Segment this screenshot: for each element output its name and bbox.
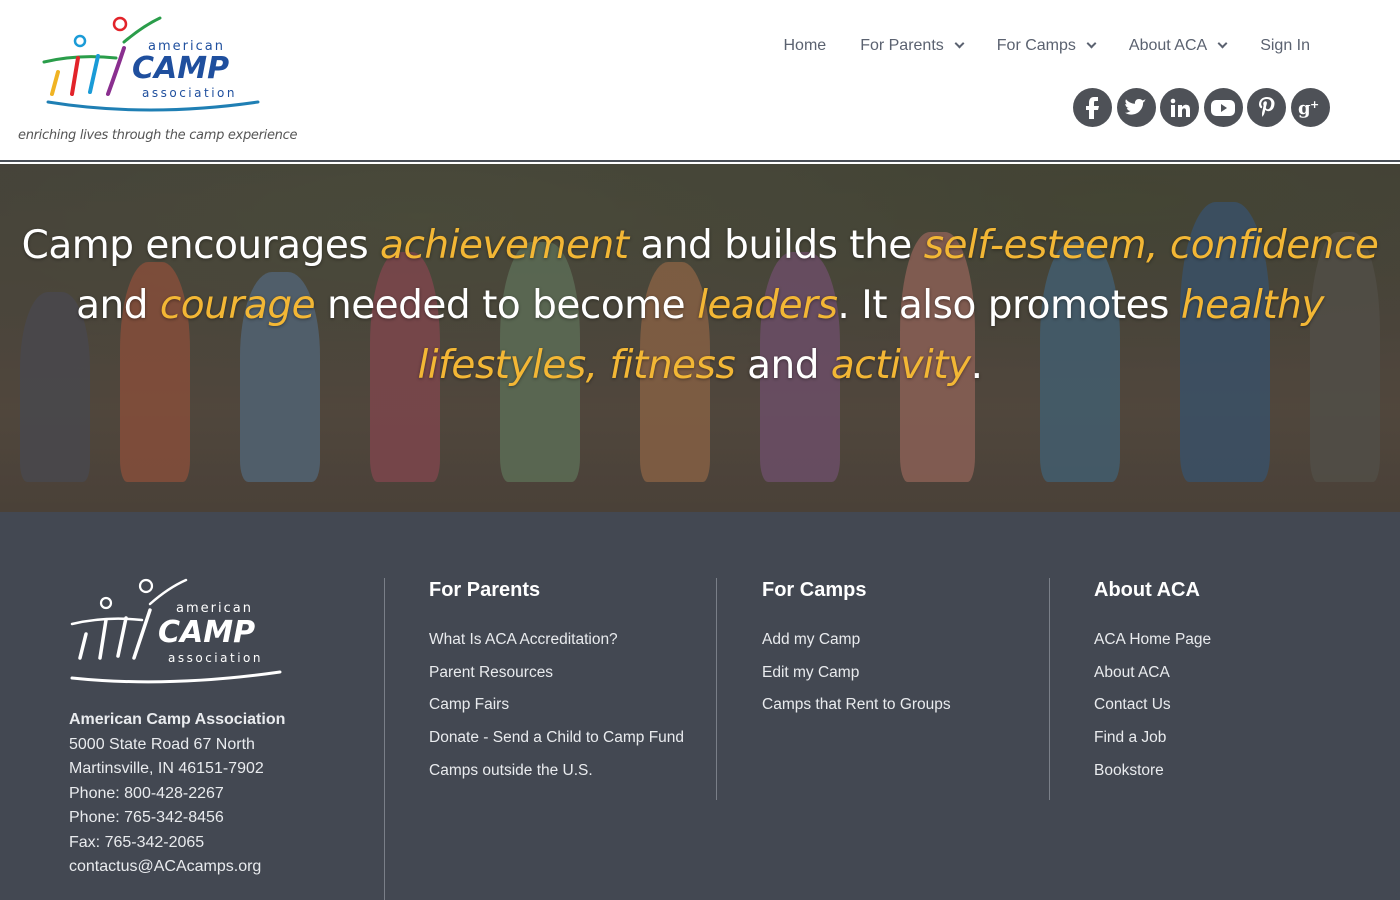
footer-divider [1049,578,1050,800]
org-contact-block: American Camp Association 5000 State Roa… [69,708,285,880]
chevron-down-icon [1217,38,1228,49]
nav-for-parents-label: For Parents [860,37,944,54]
footer-link[interactable]: Bookstore [1094,755,1211,788]
hero-highlight-word: leaders [697,283,838,328]
hero-text-segment: and [76,283,160,328]
footer-link[interactable]: ACA Home Page [1094,624,1211,657]
main-nav: Home For Parents For Camps About ACA Sig… [784,34,1311,58]
hero-text-segment: . [970,343,983,388]
hero-text-segment: . It also promotes [837,283,1181,328]
footer-link[interactable]: About ACA [1094,657,1211,690]
nav-sign-in-label: Sign In [1260,37,1310,54]
svg-text:+: + [1310,98,1319,111]
nav-about-aca-label: About ACA [1128,37,1208,54]
nav-sign-in[interactable]: Sign In [1260,37,1310,55]
twitter-icon[interactable] [1116,88,1156,127]
org-address-line1: 5000 State Road 67 North [69,735,255,753]
org-name: American Camp Association [69,711,286,728]
hero-text-segment: and [735,343,831,388]
org-phone-2[interactable]: Phone: 765-342-8456 [69,806,285,831]
footer-logo-word-camp: CAMP [158,615,255,650]
hero-text-segment: Camp encourages [21,223,381,268]
footer-col-title: For Parents [429,579,541,601]
org-address-line2: Martinsville, IN 46151-7902 [69,760,264,777]
hero-highlight-word: achievement [380,223,629,268]
nav-for-camps-label: For Camps [996,37,1076,54]
hero-tagline: Camp encourages achievement and builds t… [0,216,1400,396]
hero-text-segment: needed to become [315,283,698,328]
aca-logo-mark: american CAMP association [42,16,260,112]
hero-highlight-word: self-esteem, confidence [923,223,1379,268]
footer-col-for-camps: For Camps Add my Camp Edit my Camp Camps… [762,578,951,722]
footer-link[interactable]: Camps that Rent to Groups [762,689,951,722]
nav-for-parents[interactable]: For Parents [860,37,965,55]
footer-link[interactable]: Camps outside the U.S. [429,755,684,788]
footer-link[interactable]: Donate - Send a Child to Camp Fund [429,722,684,755]
footer-logo-word-american: american [176,601,253,616]
logo-word-association: association [142,86,237,100]
footer-divider [716,578,717,800]
footer-link[interactable]: Find a Job [1094,722,1211,755]
hero-highlight-word: activity [830,343,971,388]
footer-link[interactable]: Contact Us [1094,689,1211,722]
org-email[interactable]: contactus@ACAcamps.org [69,855,285,880]
social-links: g + [1073,88,1334,127]
youtube-icon[interactable] [1203,88,1243,127]
footer-col-title: For Camps [762,579,867,601]
pinterest-icon[interactable] [1247,88,1286,127]
footer-col-title: About ACA [1094,579,1200,601]
hero-text-segment: and builds the [628,223,924,268]
chevron-down-icon [954,38,965,49]
aca-logo[interactable]: american CAMP association enriching live… [18,14,297,149]
hero-highlight-word: courage [159,283,316,328]
facebook-icon[interactable] [1073,88,1112,127]
footer-link[interactable]: Camp Fairs [429,689,684,722]
org-fax: Fax: 765-342-2065 [69,833,205,851]
nav-home-label: Home [783,37,827,54]
footer-col-about-aca: About ACA ACA Home Page About ACA Contac… [1094,578,1211,788]
footer-logo-mark: american CAMP association [70,578,282,684]
footer-logo[interactable]: american CAMP association [68,576,288,691]
footer-divider [384,578,385,900]
nav-about-aca[interactable]: About ACA [1128,37,1228,55]
footer-link[interactable]: What Is ACA Accreditation? [429,624,684,657]
footer-link[interactable]: Parent Resources [429,657,684,690]
nav-home[interactable]: Home [784,37,827,55]
google-plus-icon[interactable]: g + [1290,88,1330,127]
footer-link[interactable]: Add my Camp [762,624,951,657]
footer-link[interactable]: Edit my Camp [762,657,951,690]
linkedin-icon[interactable] [1160,88,1199,127]
logo-word-camp: CAMP [132,51,229,86]
hero-banner: Camp encourages achievement and builds t… [0,164,1400,512]
footer-logo-word-association: association [168,651,263,665]
nav-for-camps[interactable]: For Camps [996,37,1097,55]
site-header: american CAMP association enriching live… [0,0,1400,162]
chevron-down-icon [1086,38,1097,49]
site-footer: american CAMP association American Camp … [0,512,1400,900]
footer-col-for-parents: For Parents What Is ACA Accreditation? P… [429,578,684,788]
logo-tagline: enriching lives through the camp experie… [18,128,298,143]
org-phone-1[interactable]: Phone: 800-428-2267 [69,782,285,807]
